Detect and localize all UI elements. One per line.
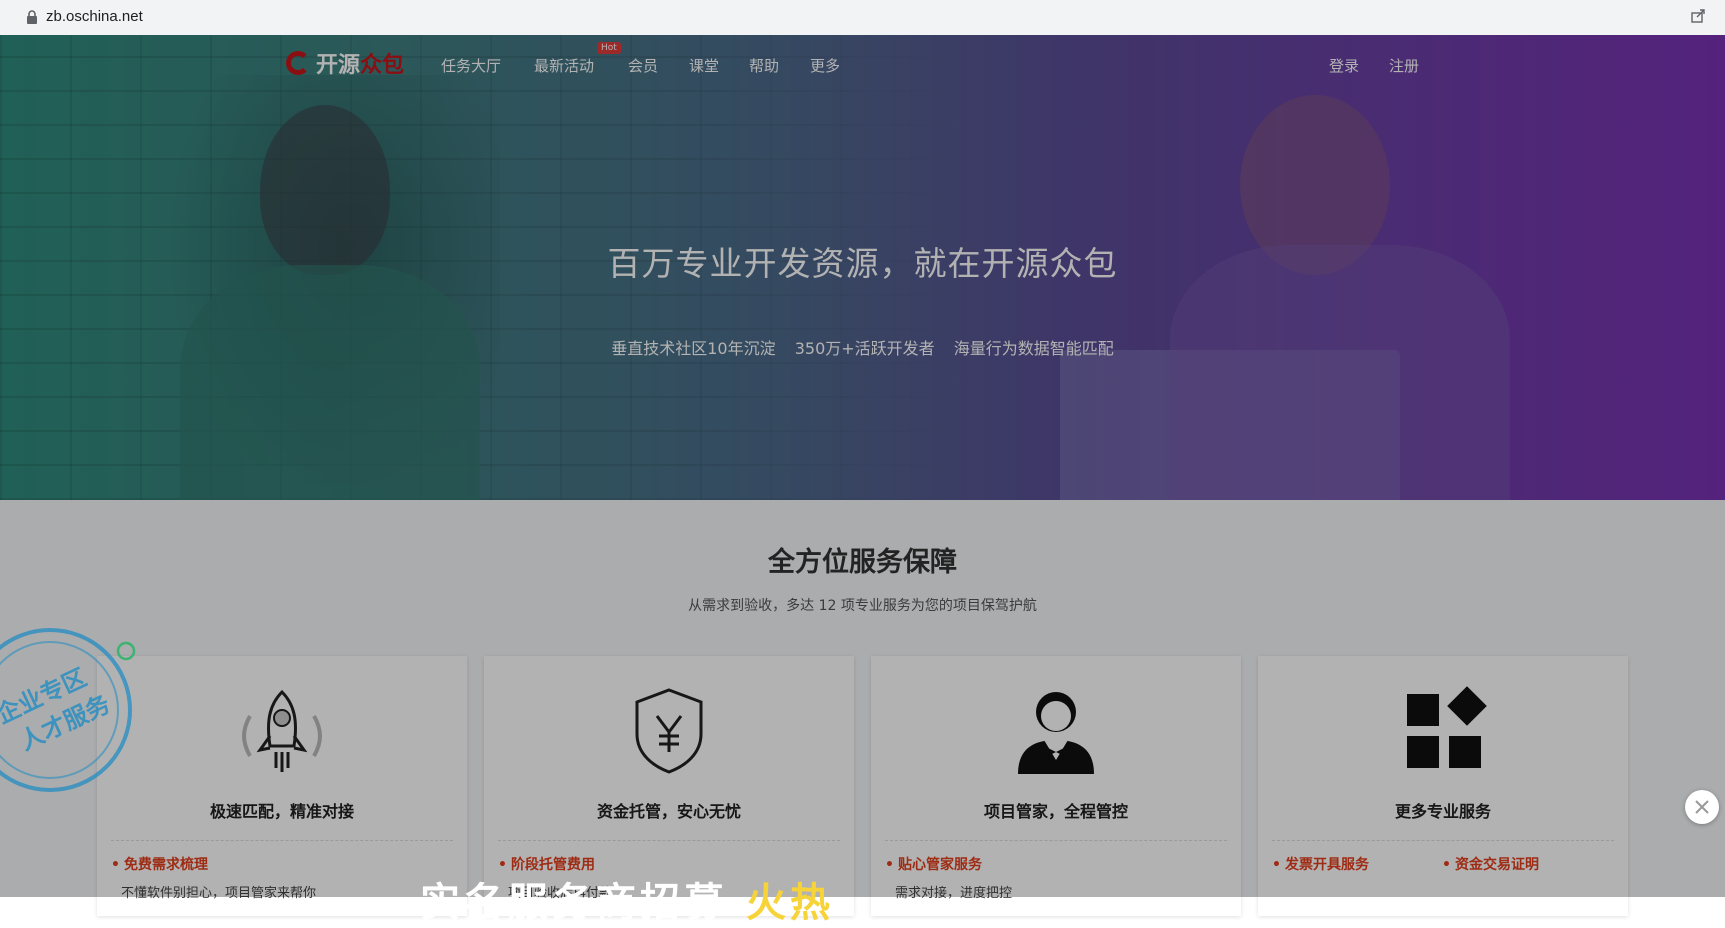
modal-backdrop[interactable] — [0, 35, 1725, 897]
lock-icon — [27, 10, 37, 24]
modal-banner-text: 实名服务商招募 火热 — [420, 870, 1320, 926]
url-text[interactable]: zb.oschina.net — [46, 8, 143, 25]
banner-text-white: 实名服务商招募 — [420, 880, 728, 926]
close-button[interactable] — [1685, 790, 1719, 824]
refresh-ring-icon — [116, 641, 136, 661]
banner-text-yellow: 火热 — [745, 880, 834, 926]
browser-address-bar: zb.oschina.net — [0, 0, 1725, 36]
share-icon[interactable] — [1690, 8, 1706, 24]
close-icon — [1695, 800, 1709, 814]
